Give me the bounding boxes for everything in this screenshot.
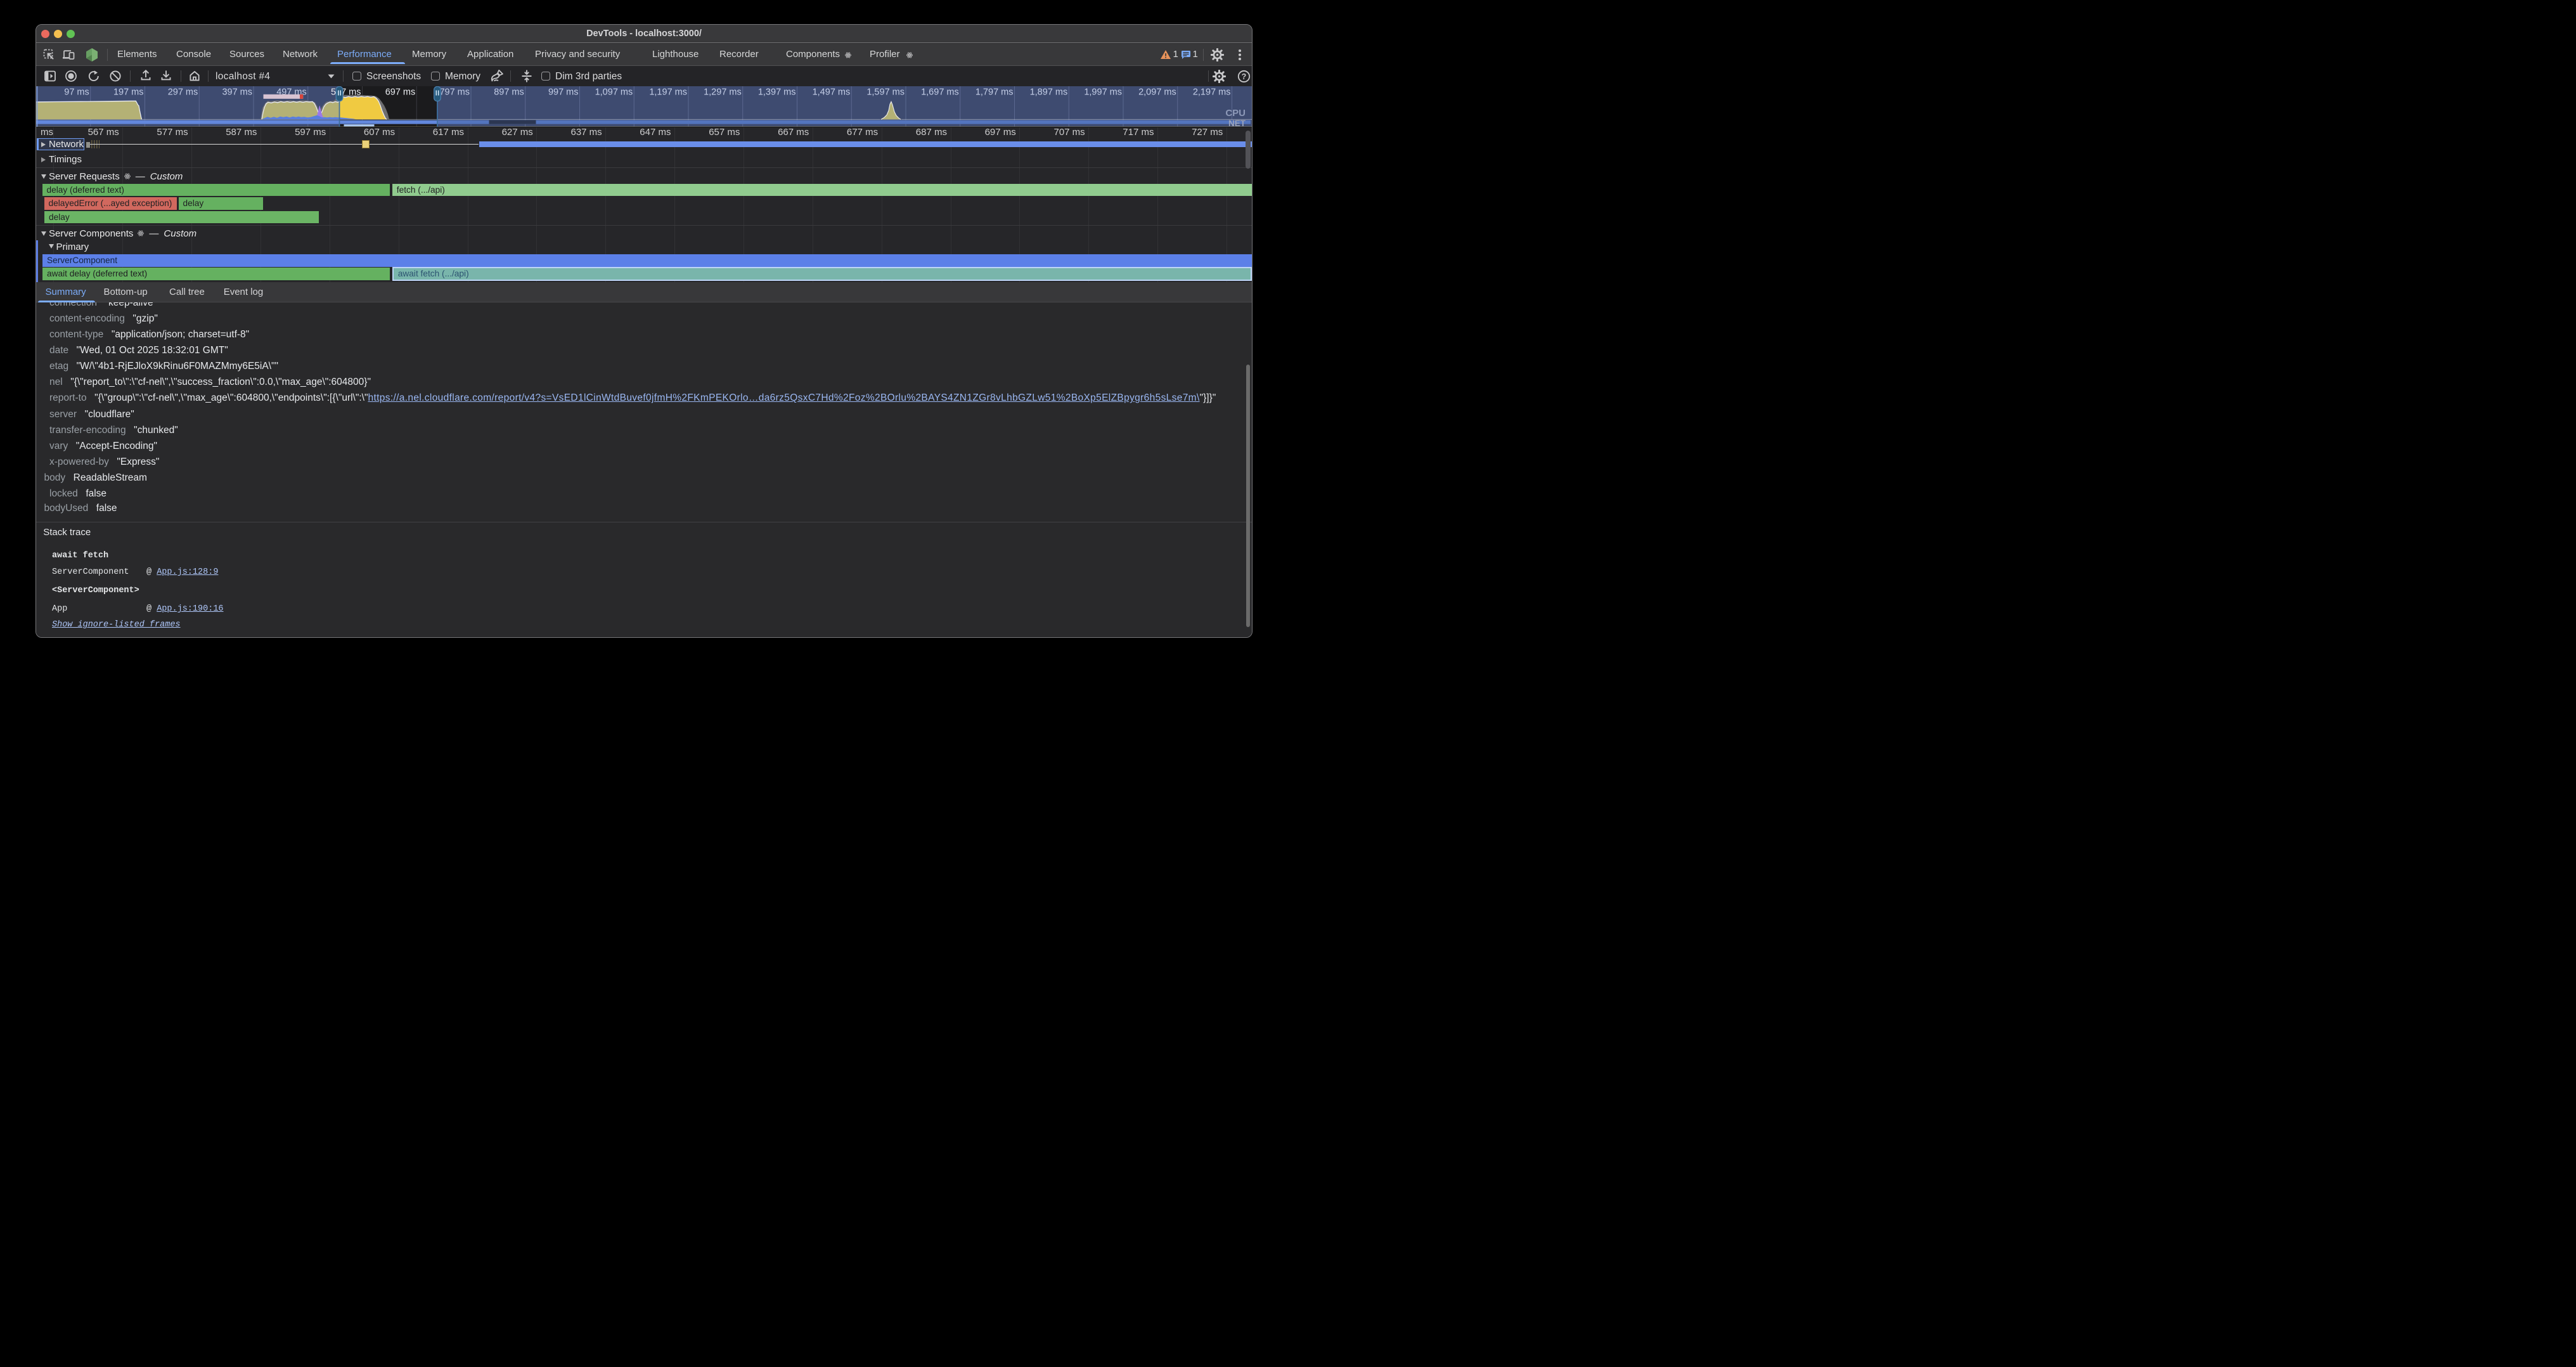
- svg-text:1,797 ms: 1,797 ms: [976, 87, 1014, 97]
- svg-text:1,397 ms: 1,397 ms: [758, 87, 796, 97]
- svg-text:997 ms: 997 ms: [548, 87, 579, 97]
- svg-text:97 ms: 97 ms: [64, 87, 89, 97]
- svg-text:1,297 ms: 1,297 ms: [704, 87, 742, 97]
- svg-text:1,697 ms: 1,697 ms: [921, 87, 959, 97]
- svg-text:?: ?: [1242, 72, 1247, 81]
- svg-text:1,597 ms: 1,597 ms: [866, 87, 905, 97]
- svg-text:CPU: CPU: [1225, 108, 1246, 119]
- svg-text:197 ms: 197 ms: [113, 87, 144, 97]
- svg-text:897 ms: 897 ms: [494, 87, 524, 97]
- svg-text:797 ms: 797 ms: [439, 87, 470, 97]
- svg-text:1,497 ms: 1,497 ms: [813, 87, 851, 97]
- svg-text:1,097 ms: 1,097 ms: [595, 87, 633, 97]
- svg-text:2,097 ms: 2,097 ms: [1138, 87, 1176, 97]
- svg-text:297 ms: 297 ms: [168, 87, 198, 97]
- svg-text:1,197 ms: 1,197 ms: [649, 87, 687, 97]
- svg-text:1,897 ms: 1,897 ms: [1030, 87, 1068, 97]
- svg-text:2,197 ms: 2,197 ms: [1193, 87, 1231, 97]
- svg-text:1,997 ms: 1,997 ms: [1084, 87, 1122, 97]
- svg-text:397 ms: 397 ms: [222, 87, 252, 97]
- svg-text:NET: NET: [1228, 119, 1246, 127]
- svg-text:697 ms: 697 ms: [385, 87, 416, 97]
